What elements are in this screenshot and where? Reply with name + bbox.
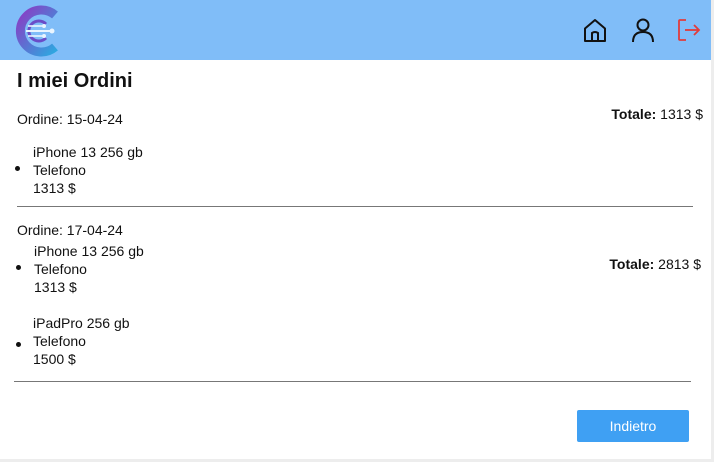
total-label: Totale: <box>611 106 657 122</box>
order-date: Ordine: 15-04-24 <box>17 111 123 127</box>
total-value: 2813 $ <box>658 256 701 272</box>
brand-logo-icon[interactable] <box>12 5 64 57</box>
order-date: Ordine: 17-04-24 <box>17 222 123 238</box>
back-button[interactable]: Indietro <box>577 410 689 442</box>
page-title: I miei Ordini <box>17 70 133 92</box>
list-bullet <box>16 265 21 270</box>
item-name: iPadPro 256 gb <box>33 315 130 331</box>
order-item: iPhone 13 256 gb Telefono 1313 $ <box>34 242 144 296</box>
logout-icon[interactable] <box>675 16 703 44</box>
list-bullet <box>16 342 21 347</box>
list-bullet <box>15 166 20 171</box>
user-icon[interactable] <box>629 16 657 44</box>
item-name: iPhone 13 256 gb <box>34 243 144 259</box>
item-name: iPhone 13 256 gb <box>33 144 143 160</box>
total-label: Totale: <box>609 256 655 272</box>
item-price: 1313 $ <box>34 279 77 295</box>
home-icon[interactable] <box>581 16 609 44</box>
item-category: Telefono <box>33 162 86 178</box>
item-category: Telefono <box>33 333 86 349</box>
order-divider <box>14 381 691 382</box>
order-total: Totale: 2813 $ <box>609 256 701 272</box>
item-category: Telefono <box>34 261 87 277</box>
item-price: 1313 $ <box>33 180 76 196</box>
order-item: iPhone 13 256 gb Telefono 1313 $ <box>33 143 143 197</box>
total-value: 1313 $ <box>660 106 703 122</box>
order-total: Totale: 1313 $ <box>611 106 703 122</box>
order-divider <box>17 206 693 207</box>
top-navbar <box>0 0 711 60</box>
order-item: iPadPro 256 gb Telefono 1500 $ <box>33 314 130 368</box>
item-price: 1500 $ <box>33 351 76 367</box>
